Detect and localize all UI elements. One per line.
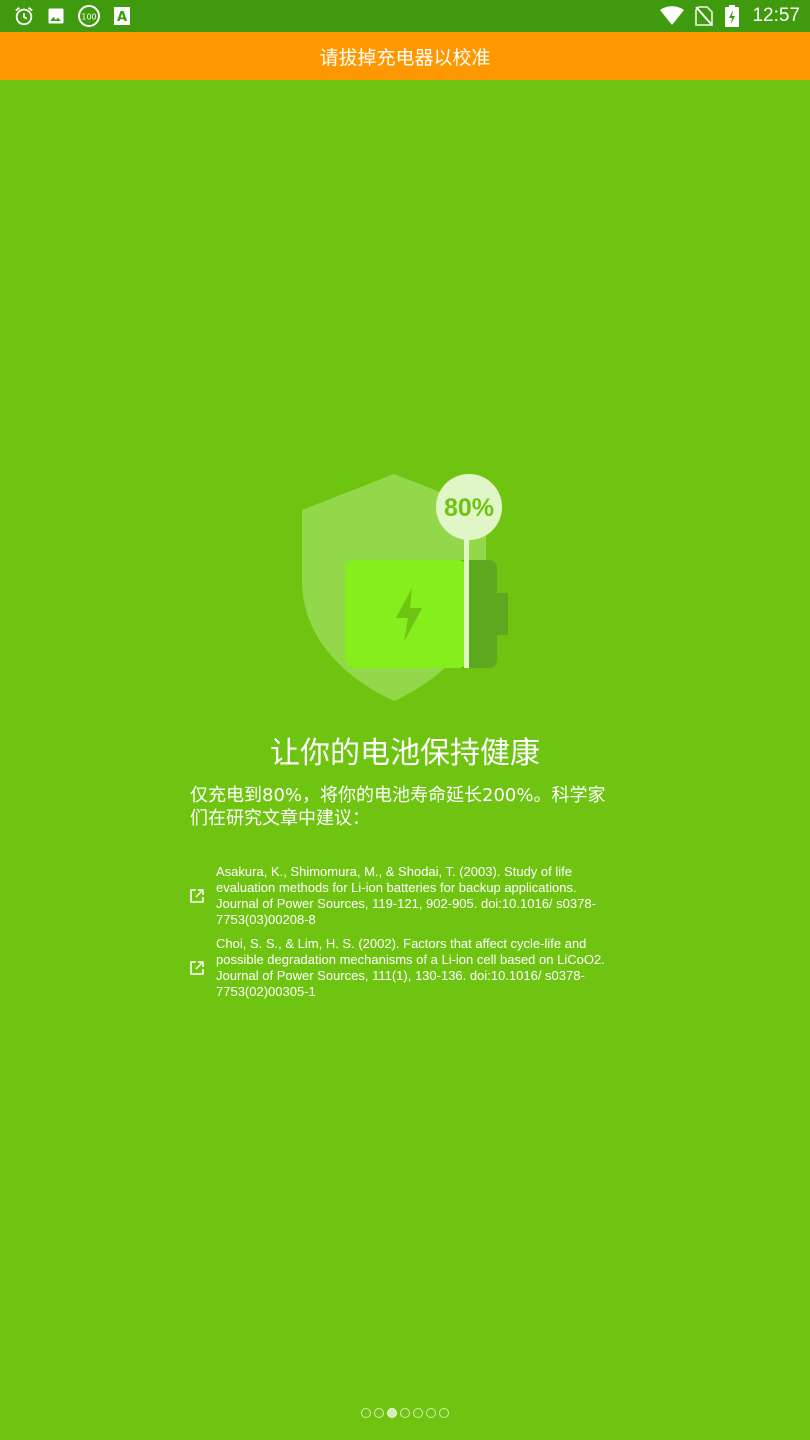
font-a-icon: A [110,4,134,28]
reference-item[interactable]: Asakura, K., Shimomura, M., & Shodai, T.… [188,864,618,928]
unplug-charger-banner: 请拔掉充电器以校准 [0,32,810,80]
reference-list: Asakura, K., Shimomura, M., & Shodai, T.… [188,864,618,1008]
external-link-icon [188,959,206,977]
page-indicator[interactable] [0,1406,810,1420]
wifi-icon [660,4,685,28]
battery-charging-icon [724,4,740,28]
page-dot[interactable] [361,1408,371,1418]
page-dot[interactable] [426,1408,436,1418]
banner-text: 请拔掉充电器以校准 [319,46,491,69]
page-dot[interactable] [413,1408,423,1418]
reference-text: Asakura, K., Shimomura, M., & Shodai, T.… [216,864,596,927]
external-link-icon [188,887,206,905]
status-left-icons: 100 A [12,4,142,28]
image-icon [44,4,68,28]
font-icon-letter: A [117,10,127,25]
badge-text: 100 [81,13,96,22]
reference-text: Choi, S. S., & Lim, H. S. (2002). Factor… [216,936,605,999]
battery-health-illustration: 80% [300,470,514,706]
battery-terminal [495,593,508,635]
page-dot[interactable] [400,1408,410,1418]
reference-item[interactable]: Choi, S. S., & Lim, H. S. (2002). Factor… [188,936,618,1000]
status-bar: 100 A 12:57 [0,0,810,32]
page-description: 仅充电到80%，将你的电池寿命延长200%。科学家们在研究文章中建议： [190,785,606,829]
page-dot[interactable] [374,1408,384,1418]
status-right-icons: 12:57 [660,0,800,32]
no-sim-icon [692,4,716,28]
battery-100-badge-icon: 100 [76,4,102,28]
page-dot[interactable] [387,1408,397,1418]
page-title: 让你的电池保持健康 [270,736,540,771]
percent-label: 80% [444,494,494,522]
alarm-icon [12,4,36,28]
charge-limit-line [464,532,469,668]
page-dot[interactable] [439,1408,449,1418]
status-time: 12:57 [752,5,800,26]
